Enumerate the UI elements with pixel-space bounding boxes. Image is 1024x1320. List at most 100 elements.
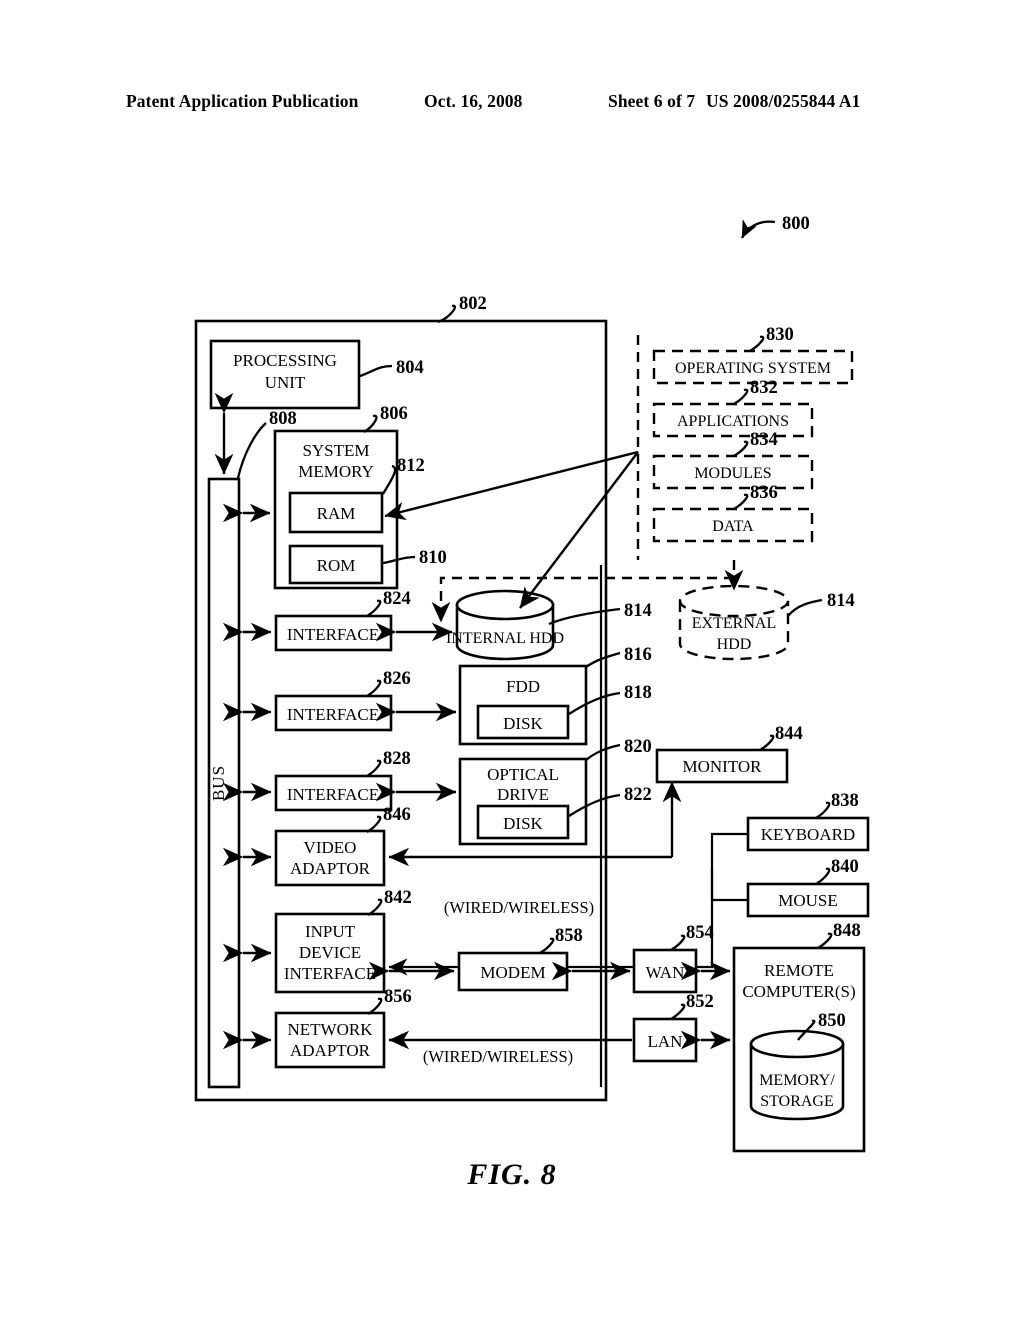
wire-keyboard-mouse-join xyxy=(710,832,748,902)
input-device-label-line3: INTERFACE xyxy=(284,964,376,983)
rom-label: ROM xyxy=(317,556,356,575)
ref-856: 856 xyxy=(384,987,412,1007)
optical-disk-label: DISK xyxy=(503,814,543,833)
processing-unit-label-line2: UNIT xyxy=(265,373,306,392)
ref-leader-820: 820 xyxy=(585,737,652,761)
optical-drive-label-line2: DRIVE xyxy=(497,785,549,804)
modules-label: MODULES xyxy=(694,465,771,482)
video-adaptor-label-line2: ADAPTOR xyxy=(290,859,371,878)
ref-822: 822 xyxy=(624,785,652,805)
bus-block: BUS xyxy=(207,477,241,1089)
optical-drive-label-line1: OPTICAL xyxy=(487,765,559,784)
ref-814-external: 814 xyxy=(827,591,855,611)
video-adaptor-block: VIDEO ADAPTOR xyxy=(274,829,386,887)
operating-system-label: OPERATING SYSTEM xyxy=(675,360,831,377)
wan-block: WAN xyxy=(632,948,698,994)
network-adaptor-block: NETWORK ADAPTOR xyxy=(274,1011,386,1069)
ref-leader-842: 842 xyxy=(367,888,412,916)
internal-hdd-block: INTERNAL HDD xyxy=(446,589,564,661)
memory-storage-label-line1: MEMORY/ xyxy=(759,1072,835,1089)
interface-hdd-label: INTERFACE xyxy=(287,625,379,644)
ref-824: 824 xyxy=(383,589,411,609)
interface-optical-label: INTERFACE xyxy=(287,785,379,804)
interface-optical-block: INTERFACE xyxy=(274,774,393,812)
wan-label: WAN xyxy=(646,963,685,982)
ram-label: RAM xyxy=(317,504,356,523)
ref-810: 810 xyxy=(419,548,447,568)
wired-wireless-note-input: (WIRED/WIRELESS) xyxy=(444,898,594,917)
ref-leader-844: 844 xyxy=(759,724,803,751)
data-block: DATA xyxy=(652,507,814,543)
optical-drive-block: OPTICAL DRIVE DISK xyxy=(458,757,588,846)
mouse-label: MOUSE xyxy=(778,891,838,910)
ref-828: 828 xyxy=(383,749,411,769)
ref-804: 804 xyxy=(396,358,424,378)
ref-leader-828: 828 xyxy=(366,749,411,777)
ref-858: 858 xyxy=(555,926,583,946)
monitor-block: MONITOR xyxy=(655,748,789,784)
network-adaptor-label-line1: NETWORK xyxy=(288,1020,374,1039)
internal-hdd-label: INTERNAL HDD xyxy=(446,630,564,647)
interface-fdd-block: INTERFACE xyxy=(274,694,393,732)
ref-leader-830: 830 xyxy=(749,325,794,352)
bus-label: BUS xyxy=(209,765,228,801)
ref-834: 834 xyxy=(750,430,778,450)
ref-846: 846 xyxy=(383,805,411,825)
network-adaptor-label-line2: ADAPTOR xyxy=(290,1041,371,1060)
ref-816: 816 xyxy=(624,645,652,665)
processing-unit-label-line1: PROCESSING xyxy=(233,351,337,370)
ref-852: 852 xyxy=(686,992,714,1012)
ref-808: 808 xyxy=(269,409,297,429)
interface-hdd-block: INTERFACE xyxy=(274,614,393,652)
mouse-block: MOUSE xyxy=(746,882,870,918)
keyboard-block: KEYBOARD xyxy=(746,816,870,852)
figure-caption: FIG. 8 xyxy=(467,1158,557,1191)
modem-block: MODEM xyxy=(457,951,569,992)
ref-leader-804: 804 xyxy=(359,358,424,378)
ref-leader-854: 854 xyxy=(670,923,714,951)
interface-fdd-label: INTERFACE xyxy=(287,705,379,724)
applications-block: APPLICATIONS xyxy=(652,402,814,438)
modules-block: MODULES xyxy=(652,454,814,490)
ref-812: 812 xyxy=(397,456,425,476)
ref-842: 842 xyxy=(384,888,412,908)
memory-storage-label-line2: STORAGE xyxy=(760,1093,834,1110)
ref-leader-852: 852 xyxy=(670,992,714,1020)
figure-8-block-diagram: 800 802 PROCESSING UNIT 804 BUS 808 SYST… xyxy=(194,214,870,1153)
system-memory-label-line1: SYSTEM xyxy=(302,441,369,460)
modem-label: MODEM xyxy=(480,963,545,982)
ref-leader-816: 816 xyxy=(585,645,652,668)
monitor-label: MONITOR xyxy=(682,757,762,776)
input-device-label-line2: DEVICE xyxy=(299,943,361,962)
ref-850: 850 xyxy=(818,1011,846,1031)
ref-832: 832 xyxy=(750,378,778,398)
processing-unit-block: PROCESSING UNIT xyxy=(209,339,361,410)
system-memory-block: SYSTEM MEMORY RAM ROM xyxy=(273,429,399,590)
ref-leader-832: 832 xyxy=(733,378,778,405)
ref-818: 818 xyxy=(624,683,652,703)
ref-814-internal: 814 xyxy=(624,601,652,621)
wired-wireless-note-network: (WIRED/WIRELESS) xyxy=(423,1047,573,1066)
applications-label: APPLICATIONS xyxy=(677,413,789,430)
fdd-disk-label: DISK xyxy=(503,714,543,733)
data-label: DATA xyxy=(712,518,754,535)
ref-802: 802 xyxy=(459,294,487,314)
ref-leader-824: 824 xyxy=(366,589,411,617)
ref-leader-848: 848 xyxy=(817,921,861,949)
memory-storage-block: MEMORY/ STORAGE xyxy=(749,1029,845,1121)
ref-leader-814-external: 814 xyxy=(787,591,855,617)
system-memory-label-line2: MEMORY xyxy=(298,462,374,481)
ref-leader-840: 840 xyxy=(815,857,859,885)
input-device-label-line1: INPUT xyxy=(305,922,356,941)
ref-844: 844 xyxy=(775,724,803,744)
ref-leader-834: 834 xyxy=(733,430,778,457)
fdd-block: FDD DISK xyxy=(458,664,588,746)
system-reference-800: 800 xyxy=(740,214,810,239)
external-hdd-label-line1: EXTERNAL xyxy=(692,615,776,632)
arrow-software-to-internal-hdd xyxy=(519,451,639,609)
ref-854: 854 xyxy=(686,923,714,943)
ref-leader-826: 826 xyxy=(366,669,411,697)
ref-800: 800 xyxy=(782,214,810,234)
ref-826: 826 xyxy=(383,669,411,689)
ref-836: 836 xyxy=(750,483,778,503)
